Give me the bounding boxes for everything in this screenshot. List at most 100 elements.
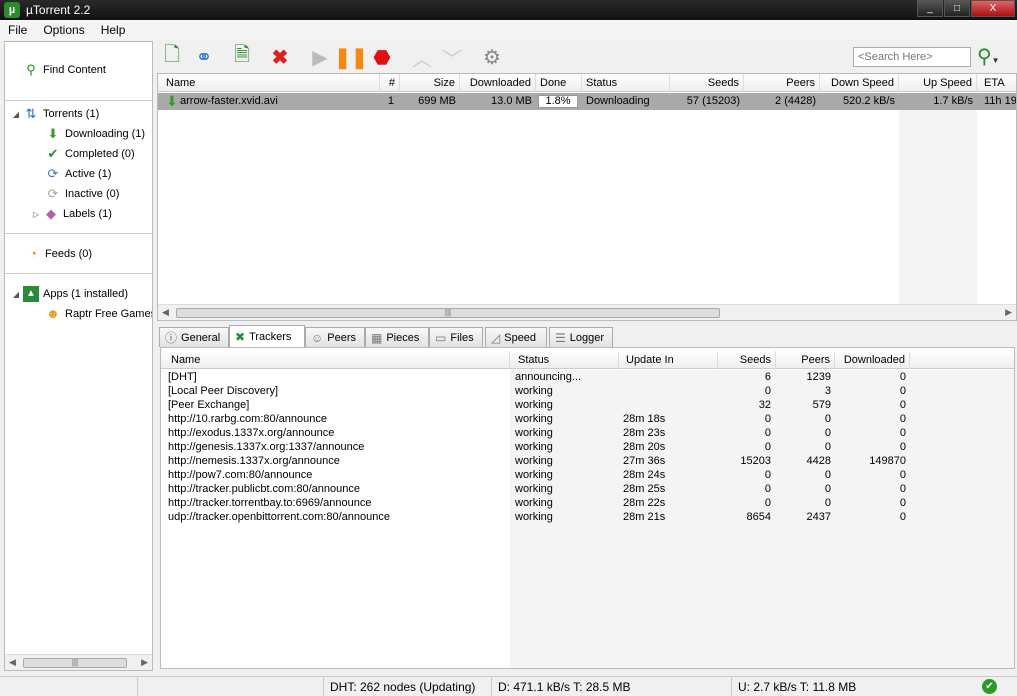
start-button[interactable]: ▶ <box>307 44 333 70</box>
col-downloaded[interactable]: Downloaded <box>460 74 536 92</box>
col-seeds[interactable]: Seeds <box>670 74 744 92</box>
col-tracker-peers[interactable]: Peers <box>776 351 835 369</box>
tracker-row[interactable]: http://pow7.com:80/announce working 28m 24… <box>161 468 1014 482</box>
scroll-left-icon[interactable]: ◀ <box>162 307 169 318</box>
col-done[interactable]: Done <box>536 74 582 92</box>
pause-button[interactable]: ❚❚ <box>334 44 368 70</box>
sidebar-horizontal-scrollbar[interactable]: ◀ ||| ▶ <box>5 654 152 670</box>
tracker-row[interactable]: http://exodus.1337x.org/announce working 2… <box>161 426 1014 440</box>
col-tracker-name[interactable]: Name <box>167 351 510 369</box>
add-torrent-url-button[interactable]: ⚭ <box>191 44 217 70</box>
sidebar-item-raptr[interactable]: ☻ Raptr Free Games <box>45 304 152 324</box>
tab-peers[interactable]: ☺ Peers <box>305 327 365 347</box>
scrollbar-thumb[interactable]: ||| <box>176 308 720 318</box>
tracker-row[interactable]: http://genesis.1337x.org:1337/announce wo… <box>161 440 1014 454</box>
remove-button[interactable]: ✖ <box>267 44 293 70</box>
torrent-down-speed: 520.2 kB/s <box>843 95 895 107</box>
col-number[interactable]: # <box>380 74 400 92</box>
torrent-row[interactable]: ⬇ arrow-faster.xvid.avi 1 699 MB 13.0 MB… <box>158 93 1016 110</box>
sidebar-item-apps[interactable]: ◢ ▲ Apps (1 installed) <box>11 284 128 304</box>
network-ok-icon[interactable]: ✔ <box>982 679 997 694</box>
tracker-row[interactable]: http://10.rarbg.com:80/announce working 28… <box>161 412 1014 426</box>
tab-logger[interactable]: ☰ Logger <box>549 327 613 347</box>
sidebar-item-inactive[interactable]: ⟳ Inactive (0) <box>45 184 120 204</box>
torrent-list-horizontal-scrollbar[interactable]: ◀ ||| ▶ <box>158 304 1016 320</box>
tracker-downloaded: 0 <box>899 441 906 453</box>
sidebar-item-active[interactable]: ⟳ Active (1) <box>45 164 112 184</box>
dropdown-arrow-icon[interactable]: ▼ <box>992 56 1000 65</box>
col-tracker-seeds[interactable]: Seeds <box>718 351 776 369</box>
tab-trackers[interactable]: ✖ Trackers <box>229 325 305 347</box>
tracker-downloaded: 149870 <box>869 455 906 467</box>
sidebar-item-completed[interactable]: ✔ Completed (0) <box>45 144 135 164</box>
stop-button[interactable]: ⬣ <box>369 44 395 70</box>
torrent-size: 699 MB <box>418 95 456 107</box>
tab-files[interactable]: ▭ Files <box>429 327 483 347</box>
sidebar-item-downloading[interactable]: ⬇ Downloading (1) <box>45 124 146 144</box>
tracker-row[interactable]: udp://tracker.openbittorrent.com:80/anno… <box>161 510 1014 524</box>
tracker-row[interactable]: [DHT] announcing... 6 1239 0 <box>161 370 1014 384</box>
tracker-peers: 0 <box>824 483 831 495</box>
menu-help[interactable]: Help <box>93 23 134 37</box>
trackers-icon: ✖ <box>235 329 246 344</box>
maximize-button[interactable]: □ <box>944 0 970 17</box>
scroll-right-icon[interactable]: ▶ <box>141 657 148 668</box>
col-name[interactable]: Name <box>162 74 380 92</box>
tracker-name: udp://tracker.openbittorrent.com:80/anno… <box>168 511 390 523</box>
info-icon: ⓘ <box>165 331 178 345</box>
col-tracker-update[interactable]: Update In <box>622 351 718 369</box>
tracker-seeds: 0 <box>764 413 771 425</box>
tab-pieces[interactable]: ▦ Pieces <box>365 327 429 347</box>
collapse-icon[interactable]: ◢ <box>11 110 21 119</box>
col-down-speed[interactable]: Down Speed <box>820 74 899 92</box>
search-button[interactable]: ⚲▼ <box>977 44 1000 69</box>
col-peers[interactable]: Peers <box>744 74 820 92</box>
minimize-button[interactable]: _ <box>917 0 943 17</box>
tracker-status: working <box>515 497 553 509</box>
scrollbar-thumb[interactable]: ||| <box>23 658 127 668</box>
sidebar-item-labels[interactable]: ▷ ◆ Labels (1) <box>31 204 112 224</box>
col-tracker-downloaded[interactable]: Downloaded <box>835 351 910 369</box>
tracker-row[interactable]: http://nemesis.1337x.org/announce working… <box>161 454 1014 468</box>
sidebar-item-torrents[interactable]: ◢ ⇅ Torrents (1) <box>11 104 99 124</box>
col-status[interactable]: Status <box>582 74 670 92</box>
preferences-button[interactable]: ⚙ <box>479 44 505 70</box>
move-up-button[interactable]: ︿ <box>409 44 435 71</box>
add-torrent-button[interactable]: 🗋 <box>159 44 185 70</box>
tracker-row[interactable]: [Peer Exchange] working 32 579 0 <box>161 398 1014 412</box>
tracker-row[interactable]: http://tracker.publicbt.com:80/announce w… <box>161 482 1014 496</box>
collapse-icon[interactable]: ◢ <box>11 290 21 299</box>
col-eta[interactable]: ETA <box>980 74 1016 92</box>
col-tracker-status[interactable]: Status <box>514 351 619 369</box>
find-content-item[interactable]: ⚲ Find Content <box>23 60 106 80</box>
scroll-right-icon[interactable]: ▶ <box>1005 307 1012 318</box>
tracker-name: [Local Peer Discovery] <box>168 385 279 397</box>
tracker-status: working <box>515 483 553 495</box>
search-input[interactable] <box>853 47 971 67</box>
tracker-peers: 0 <box>824 427 831 439</box>
col-size[interactable]: Size <box>400 74 460 92</box>
menu-file[interactable]: File <box>0 23 35 37</box>
sidebar-item-feeds[interactable]: ◔ Feeds (0) <box>25 244 92 264</box>
tracker-status: working <box>515 385 553 397</box>
tracker-row[interactable]: http://tracker.torrentbay.to:6969/announ… <box>161 496 1014 510</box>
tracker-update-in: 28m 18s <box>623 413 666 425</box>
tracker-seeds: 0 <box>764 497 771 509</box>
status-empty <box>137 677 323 696</box>
menu-options[interactable]: Options <box>35 23 92 37</box>
close-button[interactable]: X <box>971 0 1015 17</box>
tracker-name: [Peer Exchange] <box>168 399 250 411</box>
expand-icon[interactable]: ▷ <box>31 210 41 219</box>
tab-general[interactable]: ⓘ General <box>159 327 229 347</box>
tracker-downloaded: 0 <box>899 385 906 397</box>
move-down-button[interactable]: ﹀ <box>439 44 465 71</box>
tracker-row[interactable]: [Local Peer Discovery] working 0 3 0 <box>161 384 1014 398</box>
tracker-update-in: 28m 20s <box>623 441 666 453</box>
create-torrent-button[interactable]: 🗎 <box>229 44 255 70</box>
col-up-speed[interactable]: Up Speed <box>899 74 977 92</box>
tracker-seeds: 32 <box>758 399 771 411</box>
scroll-left-icon[interactable]: ◀ <box>9 657 16 668</box>
tab-speed[interactable]: ◿ Speed <box>485 327 547 347</box>
torrent-seeds: 57 (15203) <box>686 95 740 107</box>
tracker-name: http://exodus.1337x.org/announce <box>168 427 335 439</box>
